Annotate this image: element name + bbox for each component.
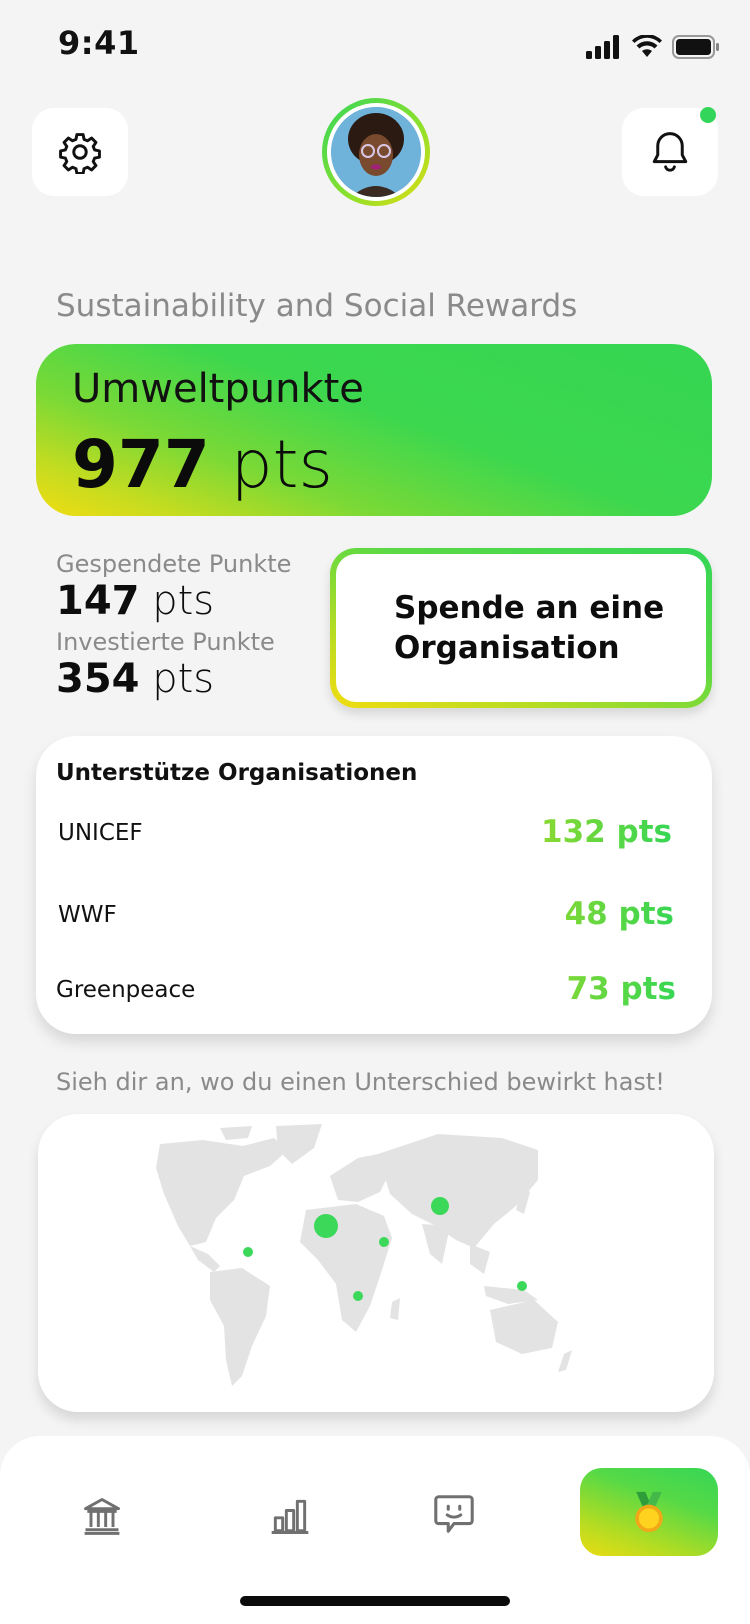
invested-points: 354 pts bbox=[56, 656, 214, 702]
org-name-greenpeace[interactable]: Greenpeace bbox=[56, 977, 195, 1003]
nav-banking[interactable] bbox=[62, 1476, 142, 1556]
signal-icon bbox=[586, 35, 619, 59]
org-name-unicef[interactable]: UNICEF bbox=[58, 820, 143, 846]
wifi-icon bbox=[632, 35, 662, 57]
bank-icon bbox=[84, 1498, 120, 1535]
points-label: Umweltpunkte bbox=[72, 366, 364, 412]
gear-icon bbox=[59, 133, 101, 174]
donated-unit: pts bbox=[152, 578, 215, 624]
section-title: Sustainability and Social Rewards bbox=[56, 288, 578, 324]
nav-chat[interactable] bbox=[414, 1474, 494, 1554]
invested-unit: pts bbox=[152, 656, 215, 702]
org-points-greenpeace: 73 pts bbox=[476, 971, 676, 1007]
org-points-unicef: 132 pts bbox=[472, 814, 672, 850]
points-value: 977 bbox=[72, 426, 210, 503]
status-icons bbox=[580, 32, 720, 62]
notification-dot bbox=[700, 107, 716, 123]
avatar[interactable] bbox=[322, 98, 430, 206]
map-caption: Sieh dir an, wo du einen Unterschied bew… bbox=[56, 1068, 665, 1096]
world-map bbox=[156, 1124, 572, 1386]
chart-icon bbox=[271, 1499, 309, 1534]
donated-label: Gespendete Punkte bbox=[56, 550, 292, 578]
points-unit: pts bbox=[230, 426, 333, 503]
points-total: 977 pts bbox=[72, 426, 333, 503]
home-indicator bbox=[240, 1596, 510, 1606]
impact-map-card[interactable] bbox=[38, 1114, 714, 1412]
profile-photo bbox=[331, 107, 421, 197]
settings-button[interactable] bbox=[32, 108, 128, 196]
donate-label-line1: Spende an eine bbox=[394, 590, 665, 626]
battery-icon bbox=[672, 35, 719, 59]
chat-icon bbox=[434, 1495, 474, 1533]
org-points-wwf: 48 pts bbox=[474, 896, 674, 932]
donated-value: 147 bbox=[56, 578, 140, 624]
organisations-title: Unterstütze Organisationen bbox=[56, 760, 418, 786]
donated-points: 147 pts bbox=[56, 578, 214, 624]
donate-button[interactable]: Spende an eine Organisation bbox=[330, 548, 712, 708]
donate-label-line2: Organisation bbox=[394, 630, 620, 666]
invested-value: 354 bbox=[56, 656, 140, 702]
bell-icon bbox=[652, 132, 688, 172]
status-time: 9:41 bbox=[58, 24, 140, 62]
invested-label: Investierte Punkte bbox=[56, 628, 275, 656]
nav-rewards[interactable] bbox=[580, 1468, 718, 1556]
org-name-wwf[interactable]: WWF bbox=[58, 902, 117, 928]
medal-icon bbox=[635, 1491, 663, 1533]
nav-statistics[interactable] bbox=[250, 1476, 330, 1556]
